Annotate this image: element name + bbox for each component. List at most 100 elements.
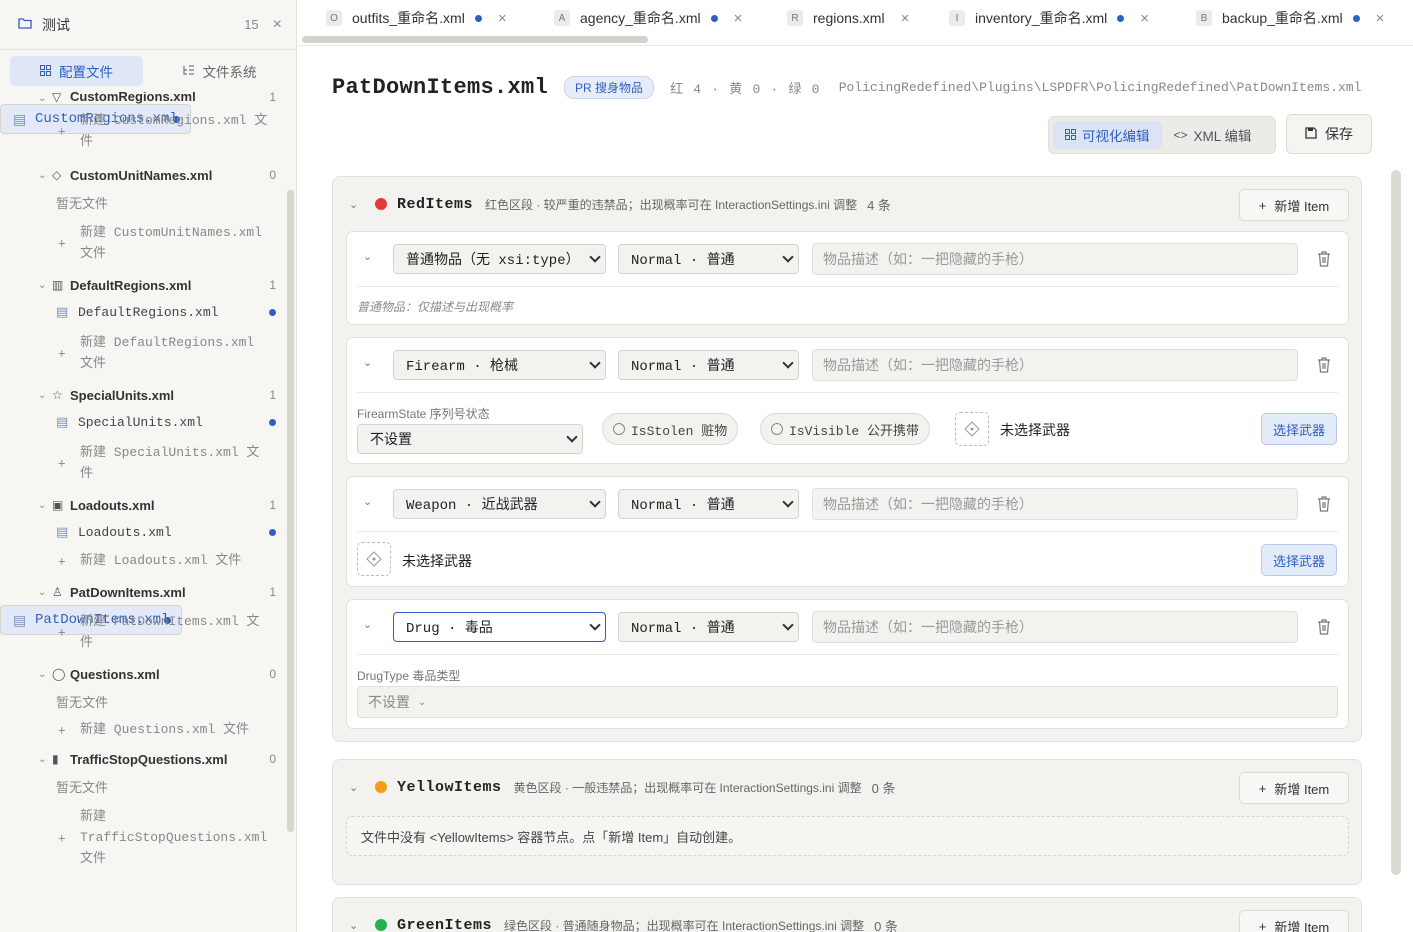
close-icon[interactable]: ×	[901, 10, 910, 27]
empty-files: 暂无文件	[56, 694, 109, 710]
section-header[interactable]: ⌄ YellowItems 黄色区段 · 一般违禁品；出现概率可在 Intera…	[333, 760, 1361, 814]
item-type-select[interactable]: 普通物品（无 xsi:type）	[393, 244, 606, 274]
page-title: PatDownItems.xml	[332, 75, 549, 100]
tab-scrollbar[interactable]	[302, 36, 648, 43]
item-desc-input[interactable]: 物品描述（如：一把隐藏的手枪）	[812, 611, 1298, 643]
item-level-select[interactable]: Normal · 普通	[618, 244, 799, 274]
tree-icon	[182, 64, 195, 79]
modified-dot	[269, 418, 276, 426]
group-patdownitems[interactable]: ⌄ ♙ PatDownItems.xml 1	[0, 579, 286, 605]
group-specialunits[interactable]: ⌄ ☆ SpecialUnits.xml 1	[0, 382, 286, 408]
divider	[357, 531, 1338, 532]
code-icon: <>	[1173, 128, 1188, 142]
new-file-customunitnames[interactable]: + 新建 CustomUnitNames.xml 文件	[0, 216, 286, 270]
status-dot-yellow	[375, 781, 387, 793]
folder-icon	[18, 17, 32, 32]
chevron-down-icon[interactable]: ⌄	[363, 250, 372, 263]
xml-edit-button[interactable]: <> XML 编辑	[1162, 121, 1264, 149]
tab-backup[interactable]: B backup_重命名.xml ×	[1196, 0, 1384, 36]
select-weapon-button[interactable]: 选择武器	[1261, 413, 1337, 445]
group-loadouts[interactable]: ⌄ ▣ Loadouts.xml 1	[0, 492, 286, 518]
group-trafficstopquestions[interactable]: ⌄ ▮ TrafficStopQuestions.xml 0	[0, 746, 286, 772]
visual-edit-label: 可视化编辑	[1082, 129, 1150, 144]
group-customregions[interactable]: ⌄ ▽ CustomRegions.xml 1	[0, 92, 286, 104]
item-desc-input[interactable]: 物品描述（如：一把隐藏的手枪）	[812, 488, 1298, 520]
tab-regions[interactable]: R regions.xml ×	[787, 0, 909, 36]
trash-icon[interactable]	[1317, 619, 1331, 635]
trash-icon[interactable]	[1317, 357, 1331, 373]
file-item-loadouts[interactable]: ▤ Loadouts.xml	[0, 518, 286, 546]
firearm-state-select[interactable]: 不设置	[357, 424, 583, 454]
file-item-defaultregions[interactable]: ▤ DefaultRegions.xml	[0, 298, 286, 326]
chevron-down-icon: ⌄	[38, 93, 47, 104]
section-header[interactable]: ⌄ GreenItems 绿色区段 · 普通随身物品；出现概率可在 Intera…	[333, 898, 1361, 932]
item-desc-input[interactable]: 物品描述（如：一把隐藏的手枪）	[812, 349, 1298, 381]
new-file-questions[interactable]: + 新建 Questions.xml 文件	[0, 715, 286, 744]
item-level-select[interactable]: Normal · 普通	[618, 612, 799, 642]
new-file-defaultregions[interactable]: + 新建 DefaultRegions.xml 文件	[0, 326, 286, 380]
empty-files: 暂无文件	[56, 779, 109, 795]
item-level-select[interactable]: Normal · 普通	[618, 350, 799, 380]
group-customunitnames[interactable]: ⌄ ◇ CustomUnitNames.xml 0	[0, 162, 286, 188]
file-header: PatDownItems.xml PR 搜身物品 红 4 · 黄 0 · 绿 0…	[332, 75, 1361, 100]
plus-icon: +	[58, 235, 66, 251]
section-desc: 绿色区段 · 普通随身物品；出现概率可在 InteractionSettings…	[504, 918, 865, 932]
tab-file-system[interactable]: 文件系统	[153, 56, 286, 86]
item-type-select[interactable]: Drug · 毒品	[393, 612, 606, 642]
item-level-select[interactable]: Normal · 普通	[618, 489, 799, 519]
close-workspace-icon[interactable]: ×	[273, 16, 282, 34]
add-item-button[interactable]: + 新增 Item	[1239, 910, 1349, 932]
close-icon[interactable]: ×	[734, 10, 743, 27]
tab-outfits[interactable]: O outfits_重命名.xml ×	[326, 0, 507, 36]
tab-label: agency_重命名.xml	[580, 10, 701, 26]
item-type-select[interactable]: Firearm · 枪械	[393, 350, 606, 380]
select-weapon-button[interactable]: 选择武器	[1261, 544, 1337, 576]
modified-dot	[1117, 14, 1125, 22]
add-item-button[interactable]: + 新增 Item	[1239, 772, 1349, 804]
new-file-specialunits[interactable]: + 新建 SpecialUnits.xml 文件	[0, 436, 286, 490]
close-icon[interactable]: ×	[1376, 10, 1385, 27]
item-hint: 普通物品：仅描述与出现概率	[357, 300, 514, 314]
trash-icon[interactable]	[1317, 251, 1331, 267]
tab-agency[interactable]: A agency_重命名.xml ×	[554, 0, 742, 36]
close-icon[interactable]: ×	[1140, 10, 1149, 27]
firearm-state-value: 不设置	[370, 431, 412, 447]
chevron-down-icon[interactable]: ⌄	[349, 781, 375, 794]
new-file-patdownitems[interactable]: + 新建 PatDownItems.xml 文件	[0, 605, 286, 659]
save-button[interactable]: 保存	[1286, 114, 1372, 154]
section-header[interactable]: ⌄ RedItems 红色区段 · 较严重的违禁品；出现概率可在 Interac…	[333, 177, 1361, 231]
chevron-down-icon[interactable]: ⌄	[363, 618, 372, 631]
sidebar: 测试 15 × 配置文件 文件系统 ⌄ ▽ CustomRegions.xml …	[0, 0, 297, 932]
item-stats: 红 4 · 黄 0 · 绿 0	[670, 82, 821, 97]
is-visible-toggle[interactable]: IsVisible 公开携带	[760, 413, 931, 445]
drug-type-select[interactable]: 不设置 ⌄	[357, 686, 1338, 718]
chevron-down-icon[interactable]: ⌄	[349, 919, 375, 932]
group-defaultregions[interactable]: ⌄ ▥ DefaultRegions.xml 1	[0, 272, 286, 298]
new-file-customregions[interactable]: + 新建 CustomRegions.xml 文件	[0, 104, 286, 158]
group-count: 1	[269, 278, 276, 292]
is-stolen-toggle[interactable]: IsStolen 赃物	[602, 413, 739, 445]
editor-tab-bar: O outfits_重命名.xml × A agency_重命名.xml × R…	[298, 0, 1413, 46]
item-type-select[interactable]: Weapon · 近战武器	[393, 489, 606, 519]
chevron-down-icon[interactable]: ⌄	[363, 495, 372, 508]
main-scrollbar[interactable]	[1391, 170, 1401, 875]
tab-config-files[interactable]: 配置文件	[10, 56, 143, 86]
new-file-loadouts[interactable]: + 新建 Loadouts.xml 文件	[0, 546, 286, 575]
tab-inventory[interactable]: I inventory_重命名.xml ×	[949, 0, 1149, 36]
grid-icon	[40, 64, 51, 79]
file-item-specialunits[interactable]: ▤ SpecialUnits.xml	[0, 408, 286, 436]
group-name: PatDownItems.xml	[70, 584, 186, 600]
chevron-down-icon: ⌄	[38, 169, 47, 181]
close-icon[interactable]: ×	[498, 10, 507, 27]
sidebar-scrollbar[interactable]	[287, 190, 294, 832]
chevron-down-icon[interactable]: ⌄	[363, 356, 372, 369]
plus-icon: +	[1258, 197, 1267, 213]
item-level-value: Normal · 普通	[631, 359, 735, 375]
item-desc-input[interactable]: 物品描述（如：一把隐藏的手枪）	[812, 243, 1298, 275]
chevron-down-icon[interactable]: ⌄	[349, 198, 375, 211]
group-questions[interactable]: ⌄ ◯ Questions.xml 0	[0, 661, 286, 687]
visual-edit-button[interactable]: 可视化编辑	[1053, 121, 1162, 149]
new-file-trafficstopquestions[interactable]: + 新建 TrafficStopQuestions.xml 文件	[0, 800, 286, 875]
trash-icon[interactable]	[1317, 496, 1331, 512]
add-item-button[interactable]: + 新增 Item	[1239, 189, 1349, 221]
